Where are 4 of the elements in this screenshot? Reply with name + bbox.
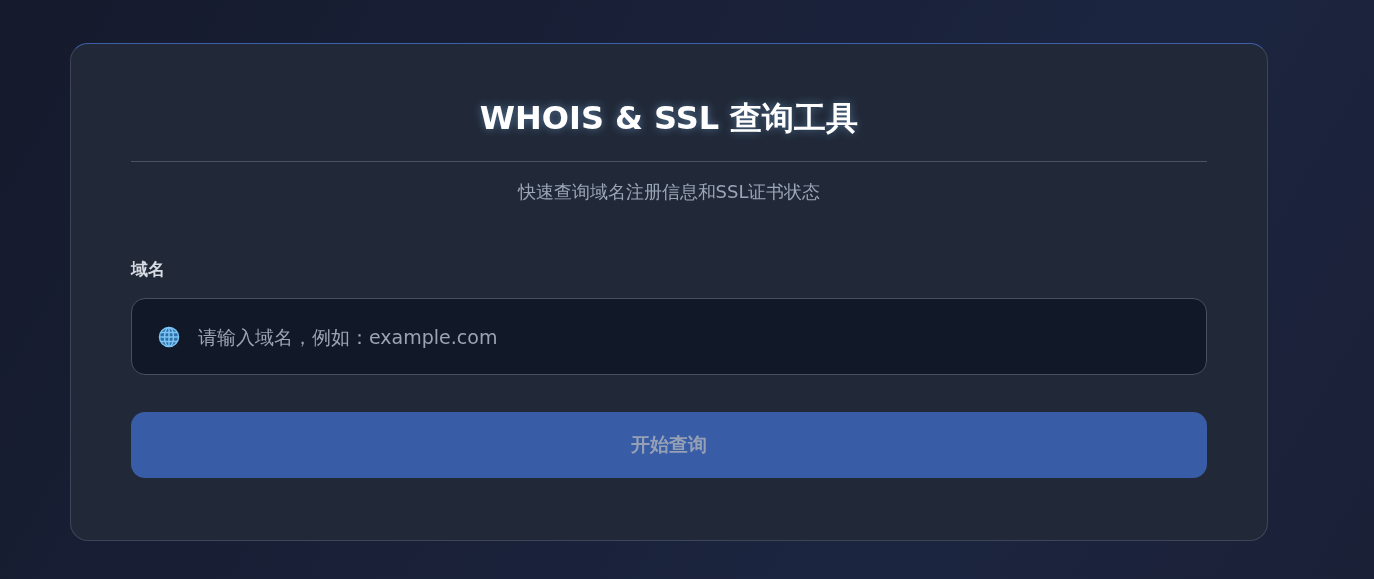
field-label: 域名 [131, 258, 166, 281]
page-title: WHOIS & SSL 查询工具 [478, 98, 860, 138]
subtitle: 快速查询域名注册信息和SSL证书状态 [516, 180, 822, 204]
domain-input-field[interactable]: 请输入域名，例如：example.com [131, 298, 1207, 375]
